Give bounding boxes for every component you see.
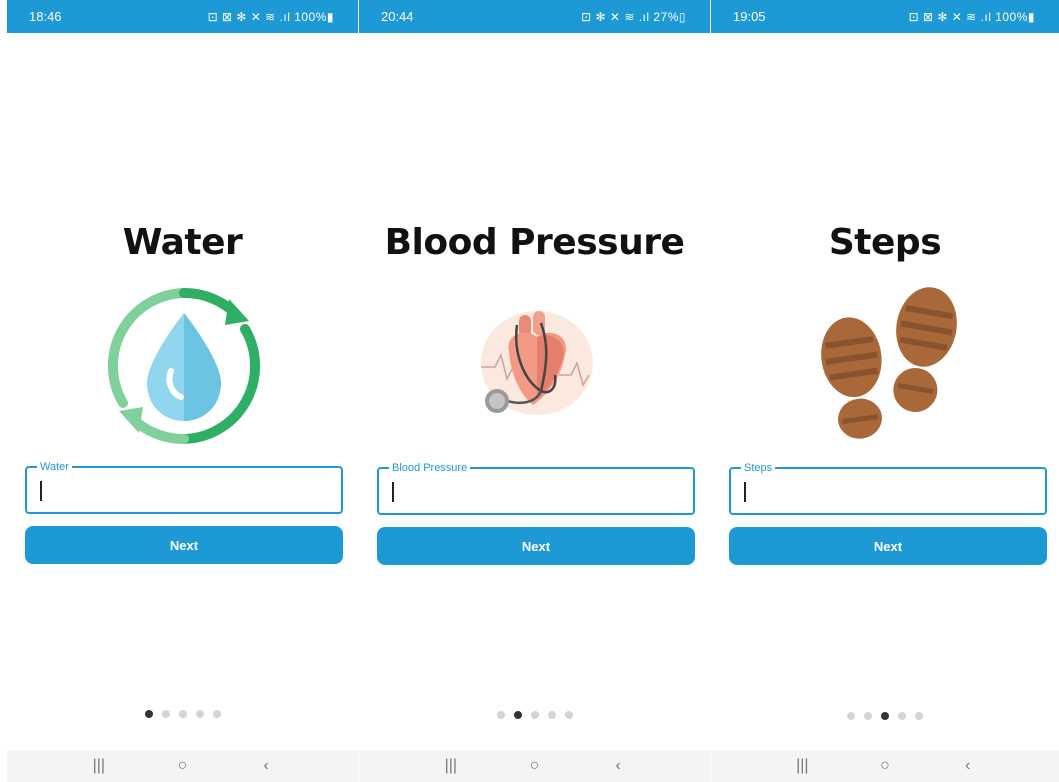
page-dot[interactable]	[915, 712, 923, 720]
page-dot[interactable]	[898, 712, 906, 720]
home-button[interactable]: ○	[519, 754, 549, 778]
next-button[interactable]: Next	[729, 527, 1047, 565]
page-dot[interactable]	[212, 710, 221, 718]
blood-pressure-field[interactable]: Blood Pressure	[377, 461, 695, 515]
water-field[interactable]: Water	[25, 460, 343, 514]
status-bar: 19:05 ⊡ ⊠ ✻ ✕ ≋ .ıl 100%▮	[711, 0, 1059, 33]
system-nav-bar: ||| ○ ‹	[711, 750, 1059, 782]
status-icons: ⊡ ⊠ ✻ ✕ ≋ .ıl 100%▮	[908, 9, 1035, 24]
page-dot-active[interactable]	[144, 710, 153, 718]
page-indicator	[711, 712, 1059, 720]
status-icons: ⊡ ⊠ ✻ ✕ ≋ .ıl 100%▮	[207, 9, 334, 24]
page-indicator	[359, 711, 710, 719]
status-bar: 20:44 ⊡ ✻ ✕ ≋ .ıl 27%▯	[359, 0, 710, 33]
screen-water: 18:46 ⊡ ⊠ ✻ ✕ ≋ .ıl 100%▮ Water Water Ne…	[7, 0, 358, 782]
status-time: 18:46	[29, 9, 62, 24]
home-button[interactable]: ○	[167, 754, 197, 778]
status-time: 19:05	[733, 9, 766, 24]
text-caret	[392, 482, 394, 502]
water-field-label: Water	[37, 460, 72, 474]
page-dot[interactable]	[496, 711, 505, 719]
screen-blood-pressure: 20:44 ⊡ ✻ ✕ ≋ .ıl 27%▯ Blood Pressure Bl…	[359, 0, 710, 782]
recents-button[interactable]: |||	[787, 754, 817, 778]
page-title: Steps	[828, 222, 942, 263]
page-dot[interactable]	[161, 710, 170, 718]
recents-button[interactable]: |||	[436, 754, 466, 778]
page-dot[interactable]	[530, 711, 539, 719]
status-bar: 18:46 ⊡ ⊠ ✻ ✕ ≋ .ıl 100%▮	[7, 0, 358, 33]
heart-stethoscope-icon	[475, 305, 595, 425]
page-dot[interactable]	[847, 712, 855, 720]
screen-steps: 19:05 ⊡ ⊠ ✻ ✕ ≋ .ıl 100%▮ Steps Steps Ne…	[711, 0, 1059, 782]
steps-field[interactable]: Steps	[729, 461, 1047, 515]
blood-pressure-field-label: Blood Pressure	[389, 461, 471, 475]
page-title: Water	[122, 222, 243, 263]
steps-field-label: Steps	[741, 461, 776, 475]
status-icons: ⊡ ✻ ✕ ≋ .ıl 27%▯	[581, 9, 686, 24]
page-title: Blood Pressure	[384, 222, 685, 263]
status-time: 20:44	[381, 9, 414, 24]
page-dot[interactable]	[178, 710, 187, 718]
page-dot[interactable]	[564, 711, 573, 719]
page-dot-active[interactable]	[513, 711, 522, 719]
page-indicator	[7, 710, 358, 718]
page-dot[interactable]	[864, 712, 872, 720]
page-dot[interactable]	[547, 711, 556, 719]
back-button[interactable]: ‹	[251, 754, 281, 778]
recents-button[interactable]: |||	[84, 754, 114, 778]
text-caret	[40, 481, 42, 501]
page-dot-active[interactable]	[881, 712, 889, 720]
water-cycle-icon	[103, 285, 265, 447]
next-button[interactable]: Next	[377, 527, 695, 565]
next-button[interactable]: Next	[25, 526, 343, 564]
footprints-icon	[815, 287, 963, 447]
system-nav-bar: ||| ○ ‹	[359, 750, 710, 782]
system-nav-bar: ||| ○ ‹	[7, 750, 358, 782]
back-button[interactable]: ‹	[953, 754, 983, 778]
back-button[interactable]: ‹	[603, 754, 633, 778]
text-caret	[744, 482, 746, 502]
page-dot[interactable]	[195, 710, 204, 718]
home-button[interactable]: ○	[870, 754, 900, 778]
